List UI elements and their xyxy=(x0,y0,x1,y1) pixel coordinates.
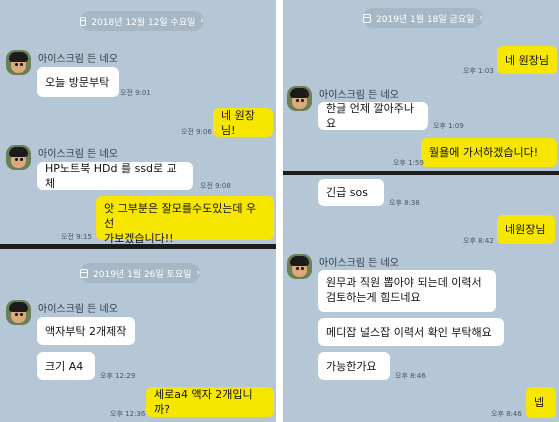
message-bubble-outgoing[interactable]: 세로a4 액자 2개입니까? xyxy=(146,387,274,417)
message-line: 앗 그부분은 잘모를수도있는데 우선 xyxy=(104,202,257,230)
message-time: 오후 8:46 xyxy=(491,410,522,418)
message-time: 오후 1:09 xyxy=(433,122,464,130)
chat-panel-top-left: 2018년 12월 12일 수요일 › 아이스크림 든 네오 오늘 방문부탁 오… xyxy=(0,0,276,244)
sender-name: 아이스크림 든 네오 xyxy=(38,304,118,315)
date-separator[interactable]: 2018년 12월 12일 수요일 › xyxy=(80,11,204,31)
chevron-right-icon: › xyxy=(479,13,483,23)
message-bubble-incoming[interactable]: 한글 언제 깔아주나요 xyxy=(318,102,428,130)
message-time: 오후 12:29 xyxy=(100,372,136,380)
message-line: 가보겠습니다!! xyxy=(104,232,174,244)
message-bubble-incoming[interactable]: 액자부탁 2개제작 xyxy=(37,317,135,345)
message-bubble-incoming[interactable]: 긴급 sos xyxy=(318,179,384,206)
message-time: 오전 9:01 xyxy=(120,89,151,97)
calendar-icon xyxy=(363,13,372,23)
neo-avatar-icon[interactable] xyxy=(6,300,31,325)
message-bubble-incoming[interactable]: 오늘 방문부탁 xyxy=(37,67,119,97)
date-label: 2019년 1월 18일 금요일 xyxy=(376,14,475,25)
chevron-right-icon: › xyxy=(200,16,204,26)
message-time: 오후 1:03 xyxy=(463,67,494,75)
sender-name: 아이스크림 든 네오 xyxy=(38,54,118,65)
message-bubble-outgoing[interactable]: 네 원장님 xyxy=(497,46,557,74)
message-bubble-outgoing[interactable]: 월욜에 가서하겠습니다! xyxy=(421,138,557,167)
message-bubble-incoming[interactable]: HP노트북 HDd 를 ssd로 교체 xyxy=(37,162,193,190)
message-bubble-incoming[interactable]: 메디잡 널스잡 이력서 확인 부탁해요 xyxy=(318,318,504,346)
message-bubble-incoming[interactable]: 크기 A4 xyxy=(37,352,95,380)
neo-avatar-icon[interactable] xyxy=(6,50,31,75)
sender-name: 아이스크림 든 네오 xyxy=(319,90,399,101)
message-time: 오후 8:42 xyxy=(463,237,494,245)
message-bubble-outgoing[interactable]: 네 원장님! xyxy=(213,108,273,137)
message-line: 원무과 직원 뽑아야 되는데 이력서 xyxy=(326,276,482,289)
message-time: 오후 8:38 xyxy=(389,199,420,207)
message-time: 오전 9:06 xyxy=(181,128,212,136)
neo-avatar-icon[interactable] xyxy=(6,145,31,170)
message-time: 오전 9:08 xyxy=(200,182,231,190)
sender-name: 아이스크림 든 네오 xyxy=(38,149,118,160)
neo-avatar-icon[interactable] xyxy=(287,86,312,111)
message-bubble-outgoing[interactable]: 넵 xyxy=(526,387,556,418)
message-time: 오후 1:59 xyxy=(393,159,424,167)
calendar-icon xyxy=(80,16,87,26)
calendar-icon xyxy=(80,268,89,278)
message-line: 검토하는게 힘드네요 xyxy=(326,291,421,304)
message-bubble-incoming[interactable]: 원무과 직원 뽑아야 되는데 이력서 검토하는게 힘드네요 xyxy=(318,270,496,312)
message-bubble-incoming[interactable]: 가능한가요 xyxy=(318,352,390,380)
chevron-right-icon: › xyxy=(196,268,200,278)
message-time: 오후 8:46 xyxy=(395,372,426,380)
date-separator[interactable]: 2019년 1월 18일 금요일 › xyxy=(363,8,483,28)
date-label: 2019년 1월 26일 토요일 xyxy=(93,269,192,280)
sender-name: 아이스크림 든 네오 xyxy=(319,258,399,269)
message-bubble-outgoing[interactable]: 앗 그부분은 잘모를수도있는데 우선 가보겠습니다!! xyxy=(96,196,274,244)
message-bubble-outgoing[interactable]: 네원장님 xyxy=(497,215,555,244)
date-separator[interactable]: 2019년 1월 26일 토요일 › xyxy=(80,263,200,283)
chat-panel-bottom-right: 긴급 sos 오후 8:38 네원장님 오후 8:42 아이스크림 든 네오 원… xyxy=(283,175,559,422)
chat-panel-bottom-left: 2019년 1월 26일 토요일 › 아이스크림 든 네오 액자부탁 2개제작 … xyxy=(0,249,276,422)
message-time: 오전 9:15 xyxy=(61,233,92,241)
date-label: 2018년 12월 12일 수요일 xyxy=(91,17,196,28)
message-time: 오후 12:36 xyxy=(110,410,146,418)
neo-avatar-icon[interactable] xyxy=(287,254,312,279)
chat-panel-top-right: 2019년 1월 18일 금요일 › 네 원장님 오후 1:03 아이스크림 든… xyxy=(283,0,559,171)
